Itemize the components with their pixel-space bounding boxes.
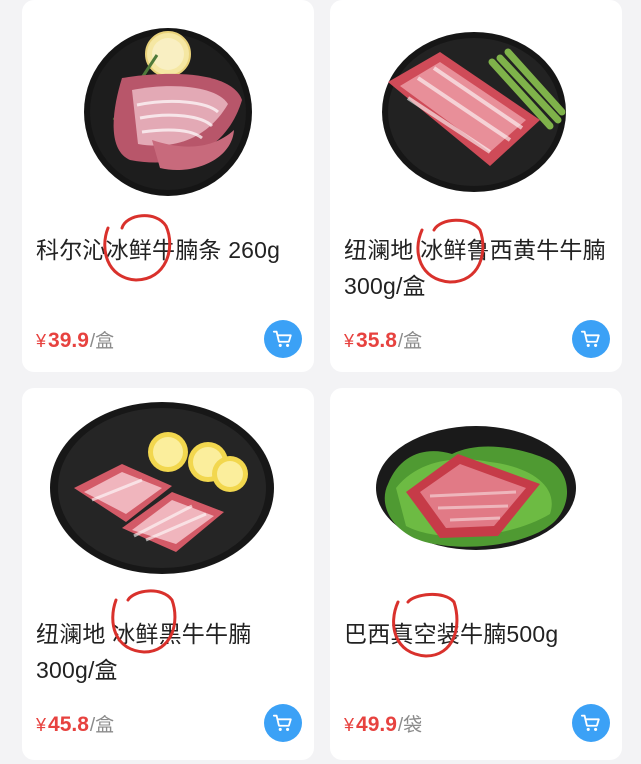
price-value: 39.9 [48, 329, 89, 352]
product-price: ¥35.8/盒 [344, 326, 422, 353]
product-image[interactable] [330, 388, 622, 598]
product-title[interactable]: 纽澜地 冰鲜黑牛牛腩 300g/盒 [36, 616, 302, 688]
shopping-cart-icon [272, 330, 292, 347]
shopping-cart-icon [580, 330, 600, 347]
add-to-cart-button[interactable] [264, 704, 302, 742]
add-to-cart-button[interactable] [572, 320, 610, 358]
product-card[interactable]: 巴西真空装牛腩500g ¥49.9/袋 [330, 388, 622, 760]
add-to-cart-button[interactable] [264, 320, 302, 358]
product-image[interactable] [22, 0, 314, 210]
product-card[interactable]: 纽澜地 冰鲜黑牛牛腩 300g/盒 ¥45.8/盒 [22, 388, 314, 760]
product-title[interactable]: 巴西真空装牛腩500g [344, 616, 610, 652]
add-to-cart-button[interactable] [572, 704, 610, 742]
shopping-cart-icon [580, 714, 600, 731]
currency-symbol: ¥ [344, 715, 355, 735]
price-unit: /盒 [89, 715, 115, 736]
shopping-cart-icon [272, 714, 292, 731]
product-title[interactable]: 科尔沁冰鲜牛腩条 260g [36, 232, 302, 268]
currency-symbol: ¥ [344, 331, 355, 351]
price-value: 35.8 [356, 329, 397, 352]
currency-symbol: ¥ [36, 715, 47, 735]
product-price: ¥39.9/盒 [36, 326, 114, 353]
product-card[interactable]: 科尔沁冰鲜牛腩条 260g ¥39.9/盒 [22, 0, 314, 372]
price-value: 45.8 [48, 713, 89, 736]
product-price: ¥45.8/盒 [36, 710, 114, 737]
price-unit: /盒 [89, 331, 115, 352]
currency-symbol: ¥ [36, 331, 47, 351]
product-title[interactable]: 纽澜地 冰鲜鲁西黄牛牛腩 300g/盒 [344, 232, 610, 304]
product-image[interactable] [22, 388, 314, 598]
price-value: 49.9 [356, 713, 397, 736]
price-unit: /盒 [397, 331, 423, 352]
product-card[interactable]: 纽澜地 冰鲜鲁西黄牛牛腩 300g/盒 ¥35.8/盒 [330, 0, 622, 372]
product-price: ¥49.9/袋 [344, 710, 422, 737]
product-image[interactable] [330, 0, 622, 210]
product-grid: 科尔沁冰鲜牛腩条 260g ¥39.9/盒 纽澜地 冰鲜鲁西黄牛牛腩 300g/… [0, 0, 641, 764]
price-unit: /袋 [397, 715, 423, 736]
